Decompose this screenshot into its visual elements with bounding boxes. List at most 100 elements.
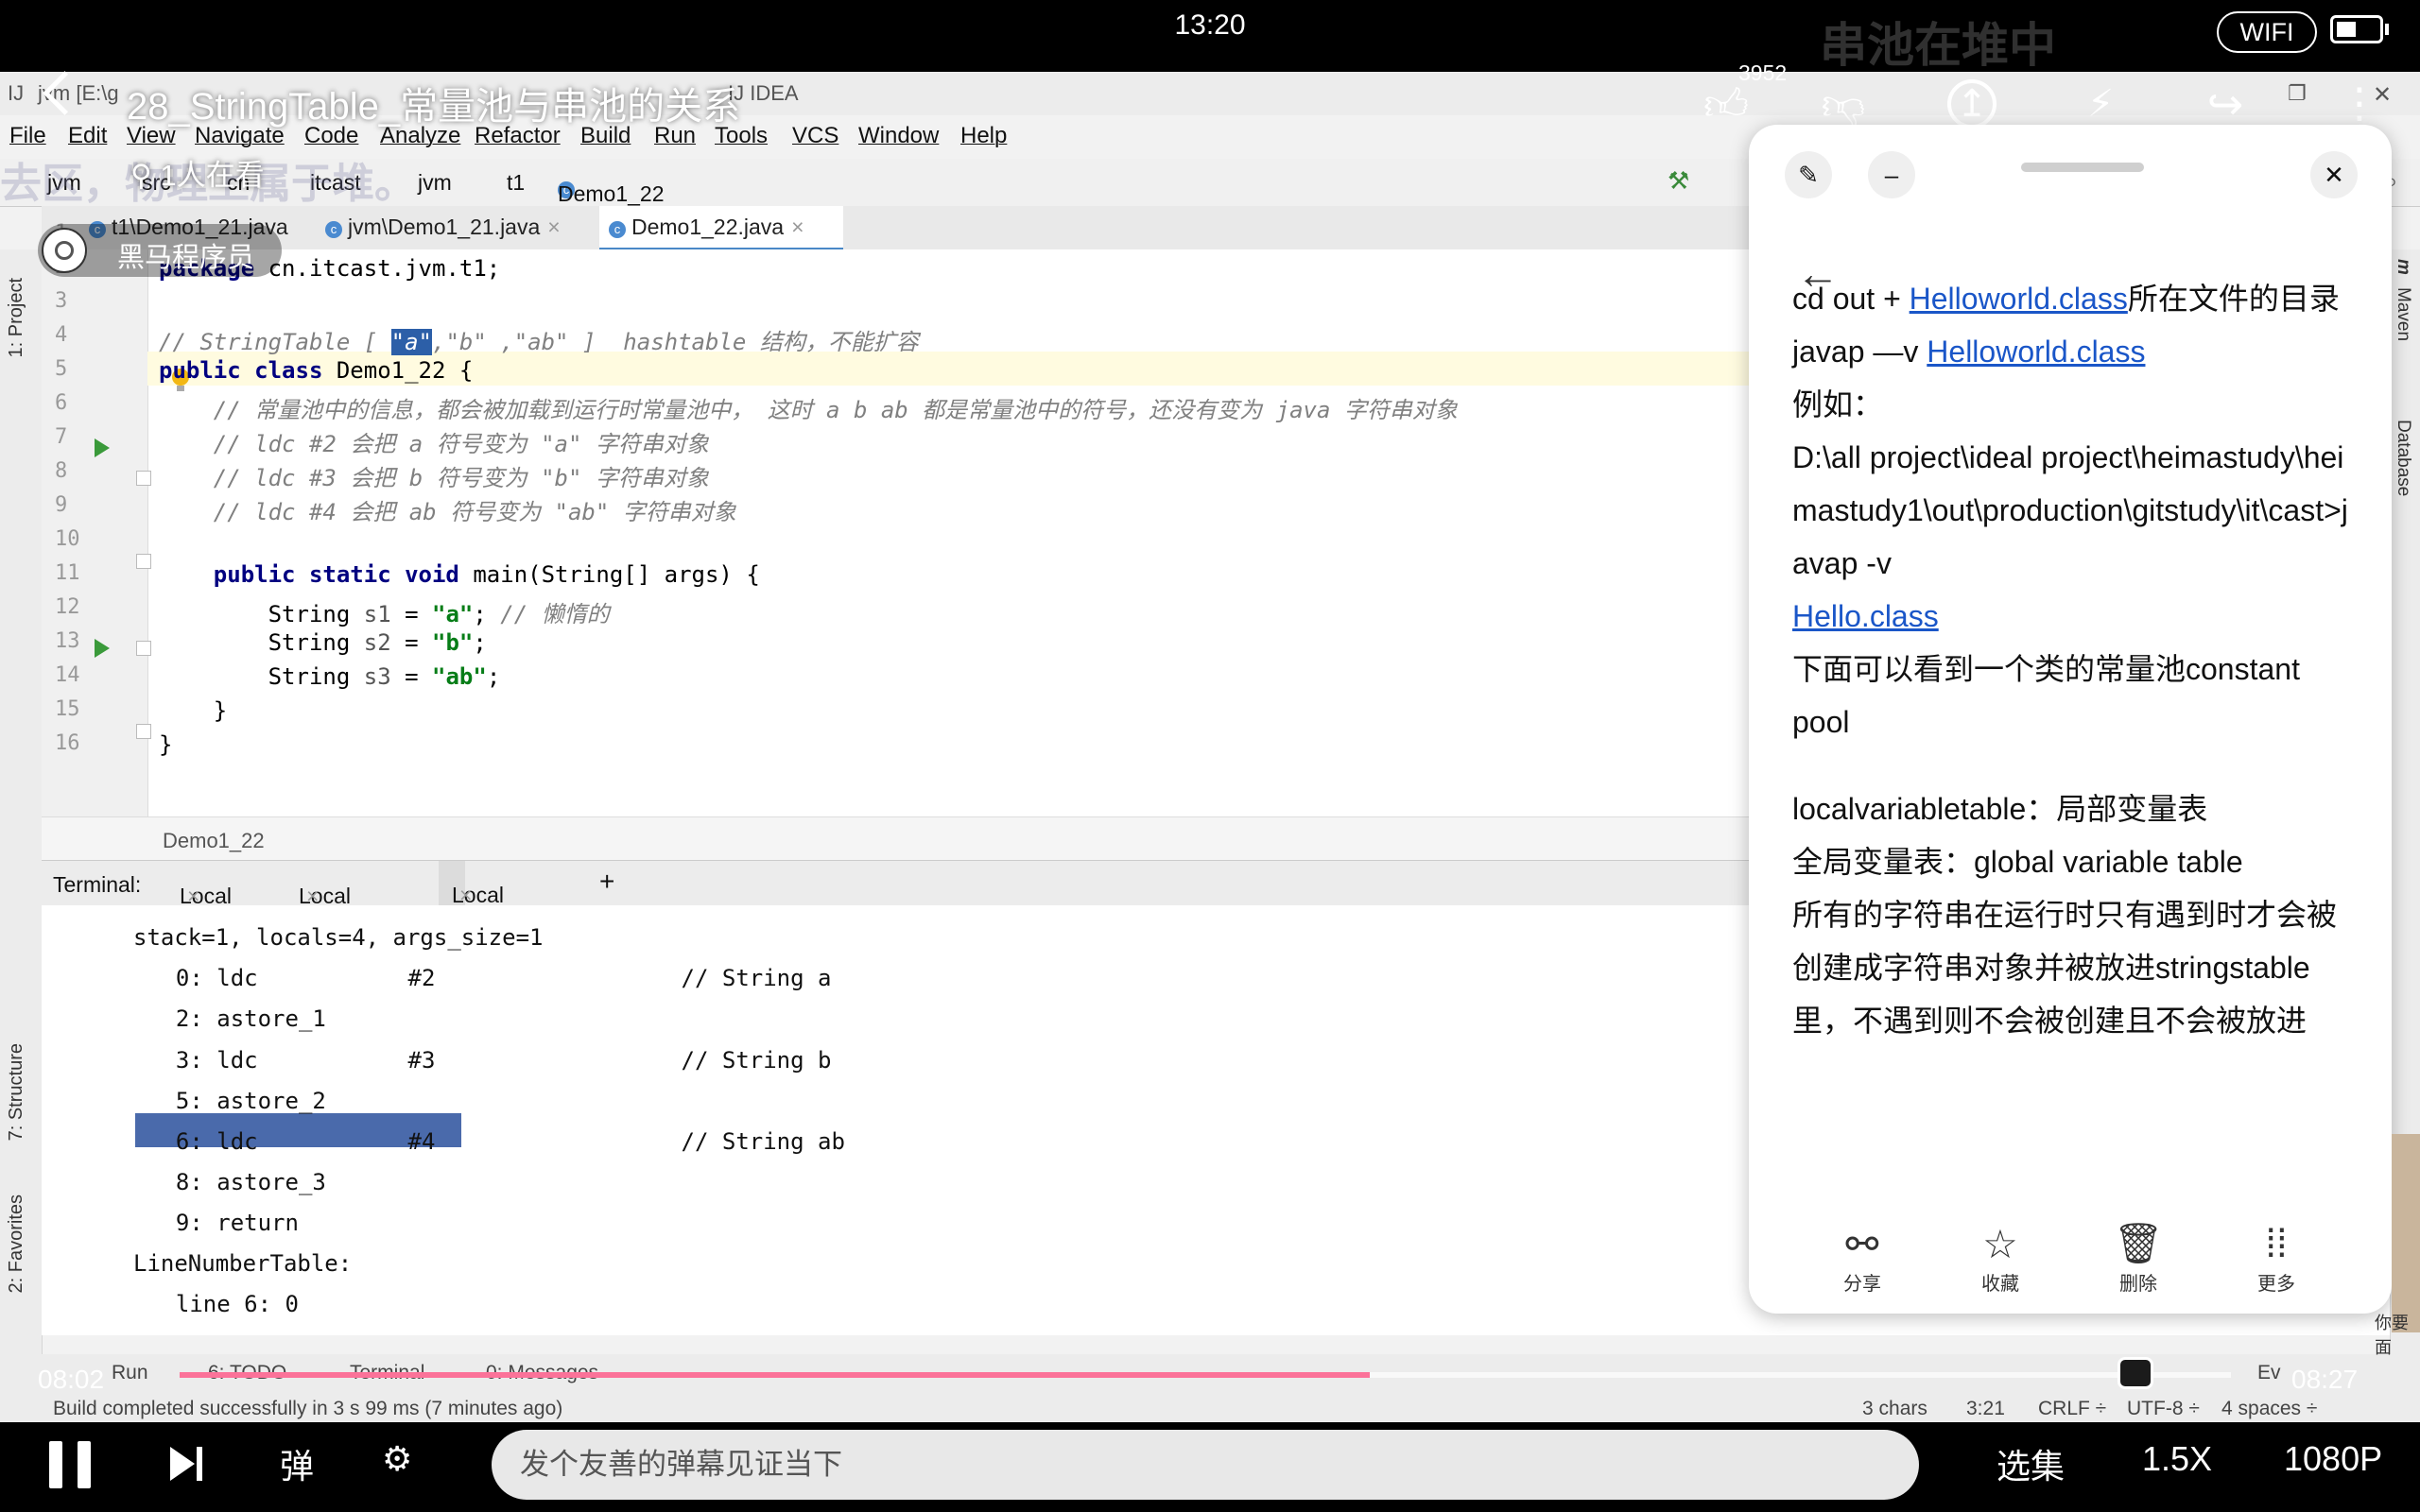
tab-label: jvm\Demo1_21.java — [348, 215, 541, 239]
speed-button[interactable]: 1.5X — [2142, 1439, 2212, 1479]
line-number: 5 — [55, 357, 68, 381]
close-icon[interactable]: ✕ — [2310, 151, 2358, 198]
maven-logo: m — [2394, 259, 2413, 275]
more-dots-icon: ⁞⁞ — [2265, 1221, 2288, 1265]
line-number: 4 — [55, 323, 68, 347]
code-package-name: cn.itcast.jvm.t1; — [268, 255, 501, 282]
menu-window[interactable]: Window — [858, 123, 939, 149]
webcam-overlay — [2392, 1134, 2420, 1332]
uploader-logo-icon — [42, 228, 87, 273]
terminal-tab-local-3[interactable]: Local (3)× — [439, 861, 504, 953]
seek-bar[interactable] — [180, 1372, 2231, 1378]
window-restore-icon[interactable]: ❐ — [2288, 81, 2307, 106]
status-line-sep[interactable]: CRLF ÷ — [2038, 1398, 2106, 1420]
note-link[interactable]: Hello.class — [1792, 599, 1939, 633]
breadcrumb-class[interactable]: Demo1_22 — [163, 829, 265, 853]
line-number: 16 — [55, 731, 80, 755]
line-number: 7 — [55, 425, 68, 449]
pause-button[interactable] — [49, 1441, 93, 1488]
code-line-3: // StringTable [ "a","b" ,"ab" ] hashtab… — [159, 329, 919, 355]
quality-button[interactable]: 1080P — [2284, 1439, 2382, 1479]
code-line-11: String s1 = "a"; // 懒惰的 — [159, 601, 610, 627]
next-icon[interactable] — [170, 1447, 195, 1481]
share-icon: ⚯ — [1845, 1222, 1879, 1266]
note-line: Hello.class — [1792, 590, 2360, 643]
code-line-10: public static void main(String[] args) { — [213, 561, 760, 588]
nav-t1[interactable]: t1 — [507, 170, 525, 196]
tool-run[interactable]: Run — [112, 1362, 148, 1384]
more-button[interactable]: ⁞⁞ 更多 — [2229, 1221, 2324, 1296]
menu-edit[interactable]: Edit — [68, 123, 107, 149]
code-line-4: public class Demo1_22 { — [159, 357, 474, 384]
tool-database[interactable]: Database — [2393, 420, 2413, 496]
terminal-line: 5: astore_2 — [148, 1088, 326, 1114]
close-tab-icon[interactable]: × — [791, 215, 804, 239]
status-selection: 3 chars — [1862, 1398, 1927, 1419]
favorite-label: 收藏 — [1981, 1274, 2019, 1295]
episodes-button[interactable]: 选集 — [1996, 1439, 2065, 1488]
tab-demo1-22[interactable]: c Demo1_22.java × — [599, 206, 843, 251]
note-link[interactable]: Helloworld.class — [1910, 282, 2128, 316]
video-title: 28_StringTable_常量池与串池的关系 — [127, 86, 741, 128]
more-icon[interactable]: ⋮ — [2335, 79, 2384, 129]
line-number: 14 — [55, 663, 80, 687]
edit-icon[interactable]: ✎ — [1785, 151, 1832, 198]
code-keyword: public class — [159, 357, 323, 384]
line-number: 10 — [55, 527, 80, 551]
terminal-line: line 6: 0 — [148, 1291, 299, 1317]
fold-icon[interactable] — [136, 554, 151, 569]
line-number: 15 — [55, 697, 80, 721]
share-button[interactable]: ⚯ 分享 — [1815, 1221, 1910, 1296]
tool-event-log[interactable]: Ev — [2257, 1362, 2281, 1384]
danmaku-toggle-icon[interactable]: 弹 — [280, 1439, 314, 1488]
note-line: D:\all project\ideal project\heimastudy\… — [1792, 440, 2348, 580]
class-icon: c — [609, 221, 626, 238]
like-icon[interactable]: 👍︎ — [1702, 79, 1751, 129]
star-icon: ☆ — [1982, 1222, 2018, 1266]
tool-favorites[interactable]: 2: Favorites — [6, 1194, 27, 1293]
dislike-icon[interactable]: 👎︎ — [1819, 79, 1868, 129]
seek-knob-icon[interactable] — [2118, 1357, 2153, 1389]
tool-maven[interactable]: Maven — [2393, 287, 2413, 341]
nav-jvm-pkg[interactable]: jvm — [418, 170, 452, 196]
player-controls: 弹 ⚙ 发个友善的弹幕见证当下 选集 1.5X 1080P — [0, 1422, 2420, 1512]
tool-structure[interactable]: 7: Structure — [6, 1043, 27, 1141]
close-tab-icon[interactable]: × — [547, 215, 560, 239]
line-number: 11 — [55, 561, 80, 585]
status-encoding[interactable]: UTF-8 ÷ — [2127, 1398, 2200, 1420]
add-terminal-button[interactable]: + — [599, 867, 614, 897]
drag-handle[interactable] — [2021, 163, 2144, 172]
code-line-6: // ldc #2 会把 a 符号变为 "a" 字符串对象 — [159, 431, 709, 457]
status-indent[interactable]: 4 spaces ÷ — [2221, 1398, 2317, 1420]
build-hammer-icon[interactable]: ⚒ — [1668, 166, 1689, 196]
note-panel: ✎ – ✕ ← cd out + Helloworld.class所在文件的目录… — [1749, 125, 2392, 1314]
menu-file[interactable]: File — [9, 123, 46, 149]
uploader-badge[interactable]: 黑马程序员 — [38, 224, 282, 277]
danmaku-input[interactable]: 发个友善的弹幕见证当下 — [492, 1430, 1919, 1500]
minimize-icon[interactable]: – — [1868, 151, 1915, 198]
menu-help[interactable]: Help — [960, 123, 1007, 149]
trash-icon: 🗑︎ — [2113, 1221, 2164, 1265]
tab-jvm-demo1-21[interactable]: c jvm\Demo1_21.java × — [316, 206, 607, 248]
delete-button[interactable]: 🗑︎ 删除 — [2091, 1221, 2186, 1296]
code-selection: "a" — [390, 329, 432, 355]
menu-vcs[interactable]: VCS — [792, 123, 838, 149]
note-line: localvariabletable：局部变量表 — [1792, 792, 2208, 826]
note-line: 所有的字符串在运行时只有遇到时才会被创建成字符串对象并被放进stringstab… — [1792, 898, 2338, 1038]
share-icon[interactable]: ↪ — [2201, 79, 2250, 129]
terminal-line: 9: return — [148, 1210, 299, 1236]
status-caret[interactable]: 3:21 — [1966, 1398, 2005, 1420]
fold-icon[interactable] — [136, 471, 151, 486]
note-link[interactable]: Helloworld.class — [1927, 335, 2145, 369]
share-label: 分享 — [1843, 1274, 1881, 1295]
fold-icon[interactable] — [136, 641, 151, 656]
tool-project[interactable]: 1: Project — [6, 278, 27, 357]
fold-icon[interactable] — [136, 724, 151, 739]
favorite-button[interactable]: ☆ 收藏 — [1953, 1221, 2048, 1296]
danmaku-settings-icon[interactable]: ⚙ — [382, 1439, 412, 1479]
code-line-12: String s2 = "b"; — [159, 629, 487, 656]
charge-icon[interactable]: ⚡ — [2076, 79, 2125, 129]
terminal-line: 8: astore_3 — [148, 1169, 326, 1195]
coin-icon[interactable]: ↥ — [1947, 79, 1996, 129]
code-line-14: } — [159, 697, 228, 724]
